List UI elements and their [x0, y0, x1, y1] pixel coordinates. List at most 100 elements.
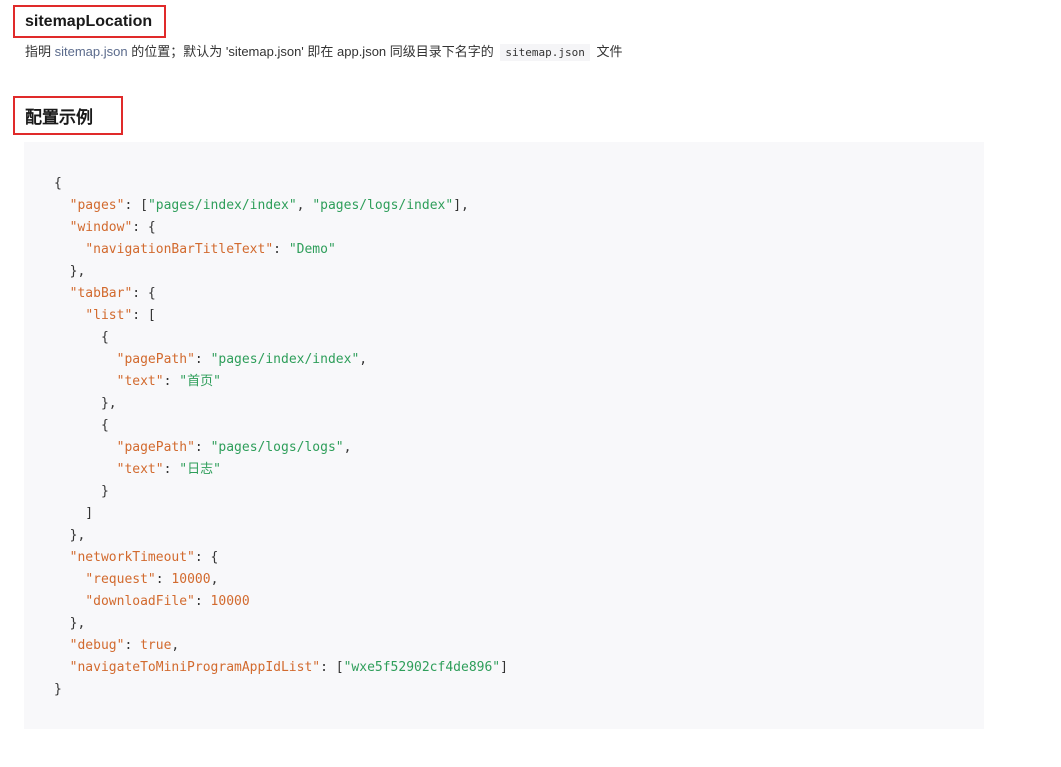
sitemap-json-link[interactable]: sitemap.json [55, 44, 128, 59]
code-line: "networkTimeout": { [54, 547, 508, 569]
json-punct: : [194, 440, 211, 455]
json-string: "pages/logs/logs" [210, 440, 344, 455]
json-punct: , [296, 198, 313, 213]
json-string: "首页" [179, 374, 221, 389]
json-key: "text" [116, 374, 164, 389]
json-string: "日志" [179, 462, 221, 477]
json-punct: : [194, 352, 211, 367]
code-line: "text": "首页" [54, 371, 508, 393]
json-key: "window" [69, 220, 133, 235]
json-key: "tabBar" [69, 286, 133, 301]
json-punct [54, 550, 70, 565]
json-key: "debug" [69, 638, 125, 653]
json-punct [54, 308, 85, 323]
json-key: "navigationBarTitleText" [85, 242, 274, 257]
json-punct: } [54, 484, 109, 499]
json-punct: : [155, 572, 172, 587]
json-punct: : [163, 374, 180, 389]
code-line: "pages": ["pages/index/index", "pages/lo… [54, 195, 508, 217]
json-punct: } [54, 682, 62, 697]
json-punct: ], [453, 198, 469, 213]
code-line: "list": [ [54, 305, 508, 327]
json-string: "pages/logs/index" [312, 198, 454, 213]
code-line: { [54, 173, 508, 195]
section-title-text: 配置示例 [25, 108, 93, 127]
json-key: "request" [85, 572, 156, 587]
code-block: { "pages": ["pages/index/index", "pages/… [24, 142, 984, 729]
json-punct: : { [132, 220, 156, 235]
json-string: "wxe5f52902cf4de896" [343, 660, 501, 675]
code-line: "request": 10000, [54, 569, 508, 591]
json-value: 10000 [210, 594, 250, 609]
json-punct [54, 440, 117, 455]
json-punct [54, 220, 70, 235]
json-punct: : [124, 638, 141, 653]
json-punct [54, 594, 85, 609]
json-punct: : [163, 462, 180, 477]
desc-suffix: 文件 [592, 44, 623, 59]
code-line: "downloadFile": 10000 [54, 591, 508, 613]
code-line: }, [54, 525, 508, 547]
code-line: }, [54, 393, 508, 415]
json-punct: : { [132, 286, 156, 301]
section-description: 指明 sitemap.json 的位置；默认为 'sitemap.json' 即… [25, 42, 622, 63]
json-key: "text" [116, 462, 164, 477]
code-line: }, [54, 261, 508, 283]
json-punct: }, [54, 616, 86, 631]
json-value: 10000 [171, 572, 211, 587]
json-punct [54, 660, 70, 675]
code-line: "pagePath": "pages/index/index", [54, 349, 508, 371]
json-string: "Demo" [288, 242, 336, 257]
json-punct: : [273, 242, 289, 257]
code-line: "tabBar": { [54, 283, 508, 305]
json-key: "downloadFile" [85, 594, 195, 609]
json-punct: }, [54, 528, 86, 543]
code-line: }, [54, 613, 508, 635]
section-title-config-example: 配置示例 [13, 96, 123, 135]
json-punct [54, 286, 70, 301]
json-punct: , [210, 572, 219, 587]
json-punct [54, 198, 70, 213]
json-punct [54, 242, 85, 257]
json-code: { "pages": ["pages/index/index", "pages/… [54, 173, 508, 701]
code-line: } [54, 481, 508, 503]
json-punct [54, 352, 117, 367]
json-punct: : [194, 594, 211, 609]
json-punct: : { [194, 550, 219, 565]
code-line: "navigationBarTitleText": "Demo" [54, 239, 508, 261]
code-line: ] [54, 503, 508, 525]
inline-code: sitemap.json [500, 44, 590, 61]
code-line: "debug": true, [54, 635, 508, 657]
json-punct: { [54, 330, 109, 345]
section-title-text: sitemapLocation [25, 12, 153, 30]
json-punct: , [343, 440, 352, 455]
json-punct [54, 638, 70, 653]
code-line: } [54, 679, 508, 701]
json-key: "list" [85, 308, 133, 323]
json-punct [54, 374, 117, 389]
json-punct: ] [54, 506, 94, 521]
json-string: "pages/index/index" [210, 352, 360, 367]
json-punct: : [ [132, 308, 156, 323]
code-line: "pagePath": "pages/logs/logs", [54, 437, 508, 459]
json-key: "pagePath" [116, 352, 195, 367]
code-line: { [54, 327, 508, 349]
code-line: "text": "日志" [54, 459, 508, 481]
json-punct: , [171, 638, 180, 653]
json-punct: { [54, 176, 62, 191]
json-key: "pagePath" [116, 440, 195, 455]
section-title-sitemaplocation: sitemapLocation [13, 5, 166, 38]
code-line: "navigateToMiniProgramAppIdList": ["wxe5… [54, 657, 508, 679]
json-string: "pages/index/index" [147, 198, 297, 213]
json-punct: , [359, 352, 368, 367]
desc-middle: 的位置；默认为 'sitemap.json' 即在 app.json 同级目录下… [127, 44, 498, 59]
json-punct: : [ [320, 660, 344, 675]
json-key: "pages" [69, 198, 125, 213]
json-key: "navigateToMiniProgramAppIdList" [69, 660, 321, 675]
json-value: true [140, 638, 172, 653]
json-punct [54, 462, 117, 477]
json-punct: { [54, 418, 109, 433]
json-punct: }, [54, 396, 117, 411]
json-key: "networkTimeout" [69, 550, 195, 565]
json-punct [54, 572, 85, 587]
